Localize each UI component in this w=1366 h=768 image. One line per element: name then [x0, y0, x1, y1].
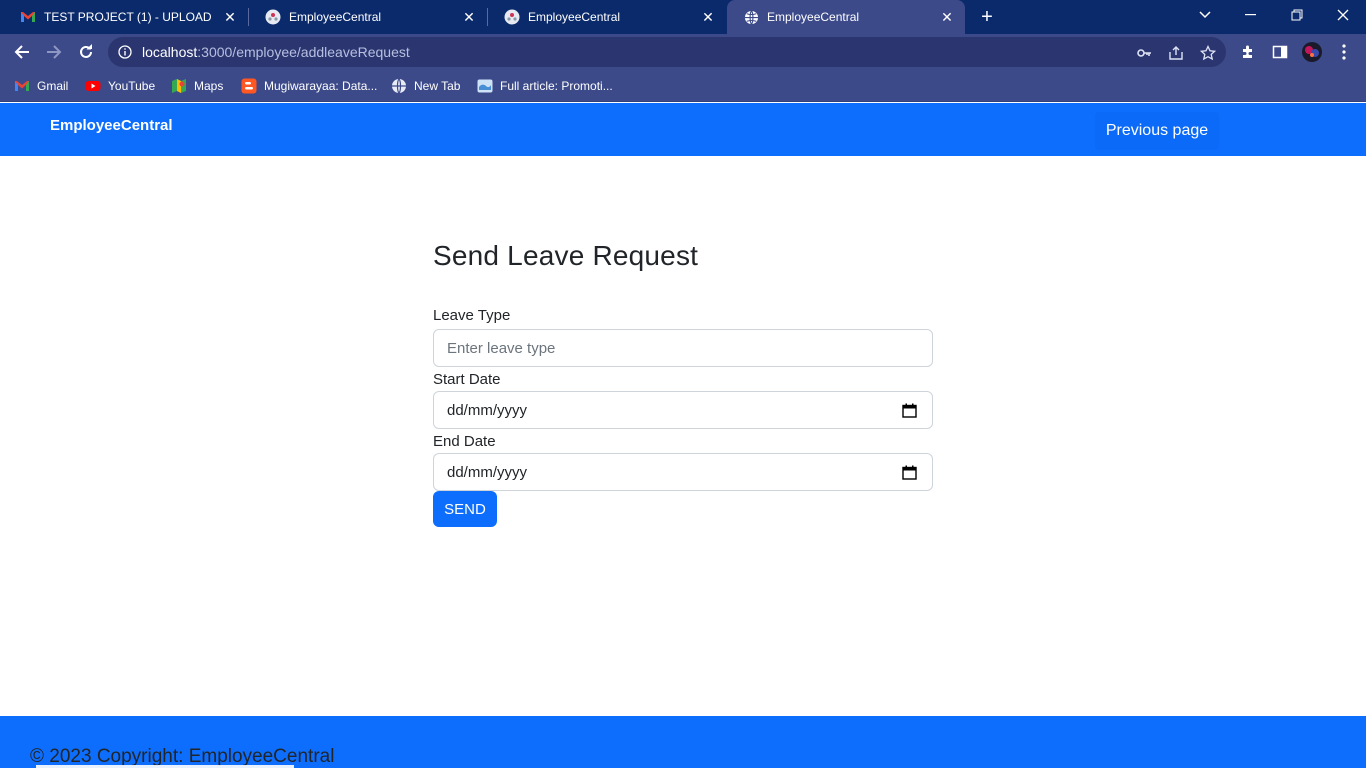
page-title: Send Leave Request [433, 240, 699, 271]
tab-title: EmployeeCentral [528, 10, 621, 24]
gmail-icon [14, 78, 30, 94]
bookmark-label: Maps [194, 79, 224, 93]
close-window-icon[interactable] [1320, 0, 1366, 30]
leave-type-label: Leave Type [433, 307, 511, 324]
bookmark-maps[interactable]: Maps [171, 76, 223, 96]
close-icon[interactable]: ✕ [222, 9, 238, 25]
bookmark-label: Full article: Promoti... [500, 79, 613, 93]
leave-type-placeholder: Enter leave type [447, 339, 556, 357]
tab-search-icon[interactable] [1182, 0, 1228, 30]
send-button[interactable]: SEND [433, 491, 497, 527]
leave-request-form: Send Leave Request Leave Type Enter leav… [433, 240, 933, 527]
browser-tab-bar: TEST PROJECT (1) - UPLOAD INSTRUCTIONS ✕… [0, 0, 1366, 34]
browser-toolbar: localhost:3000/employee/addleaveRequest [0, 34, 1366, 70]
youtube-icon [85, 78, 101, 94]
browser-tab[interactable]: EmployeeCentral ✕ [249, 0, 487, 34]
close-icon[interactable]: ✕ [939, 9, 955, 25]
bookmark-blogger[interactable]: Mugiwarayaa: Data... [241, 76, 377, 96]
minimize-icon[interactable] [1228, 0, 1274, 30]
tab-title: EmployeeCentral [289, 10, 382, 24]
employeecentral-icon [504, 9, 520, 25]
leave-type-input[interactable]: Enter leave type [433, 329, 933, 367]
start-date-value: dd/mm/yyyy [447, 401, 528, 419]
extensions-icon[interactable] [1236, 40, 1260, 64]
app-navbar: EmployeeCentral Previous page [0, 103, 1366, 156]
browser-tab-active[interactable]: EmployeeCentral ✕ [727, 0, 965, 34]
star-icon[interactable] [1199, 44, 1217, 61]
info-icon[interactable] [118, 45, 132, 59]
forward-arrow-icon[interactable] [42, 40, 66, 64]
bookmark-label: New Tab [414, 79, 461, 93]
maps-icon [171, 78, 187, 94]
close-icon[interactable]: ✕ [700, 9, 716, 25]
start-date-label: Start Date [433, 371, 501, 388]
bookmarks-bar: Gmail YouTube Maps Mugiwarayaa: Data... … [0, 70, 1366, 102]
url-text: localhost:3000/employee/addleaveRequest [142, 44, 410, 60]
share-icon[interactable] [1168, 45, 1184, 61]
reload-icon[interactable] [74, 40, 98, 64]
side-panel-icon[interactable] [1268, 40, 1292, 64]
bookmark-label: Gmail [37, 79, 69, 93]
bookmark-full-article[interactable]: Full article: Promoti... [477, 76, 613, 96]
bookmark-new-tab[interactable]: New Tab [391, 76, 460, 96]
bookmark-label: Mugiwarayaa: Data... [264, 79, 378, 93]
key-icon[interactable] [1136, 45, 1152, 61]
calendar-icon[interactable] [902, 403, 917, 418]
bookmark-gmail[interactable]: Gmail [14, 76, 68, 96]
start-date-input[interactable]: dd/mm/yyyy [433, 391, 933, 429]
restore-icon[interactable] [1274, 0, 1320, 30]
blogger-icon [241, 78, 257, 94]
tab-title: TEST PROJECT (1) - UPLOAD INSTRUCTIONS [44, 10, 216, 24]
globe-icon [743, 9, 759, 25]
brand-logo-text[interactable]: EmployeeCentral [50, 117, 173, 134]
globe-icon [391, 78, 407, 94]
profile-avatar[interactable] [1300, 40, 1324, 64]
browser-tab[interactable]: EmployeeCentral ✕ [488, 0, 726, 34]
browser-tab[interactable]: TEST PROJECT (1) - UPLOAD INSTRUCTIONS ✕ [4, 0, 248, 34]
new-tab-button[interactable]: + [976, 6, 998, 28]
url-path: :3000/employee/addleaveRequest [197, 44, 410, 60]
address-bar[interactable]: localhost:3000/employee/addleaveRequest [108, 37, 1226, 67]
employeecentral-icon [265, 9, 281, 25]
bookmark-label: YouTube [108, 79, 156, 93]
end-date-label: End Date [433, 433, 496, 450]
tab-title: EmployeeCentral [767, 10, 860, 24]
gmail-icon [20, 9, 36, 25]
previous-page-button[interactable]: Previous page [1095, 112, 1219, 150]
end-date-value: dd/mm/yyyy [447, 463, 528, 481]
back-arrow-icon[interactable] [10, 40, 34, 64]
calendar-icon[interactable] [902, 465, 917, 480]
article-icon [477, 78, 493, 94]
more-menu-icon[interactable] [1332, 40, 1356, 64]
bookmark-youtube[interactable]: YouTube [85, 76, 155, 96]
page-footer: © 2023 Copyright: EmployeeCentral [0, 716, 1366, 768]
end-date-input[interactable]: dd/mm/yyyy [433, 453, 933, 491]
url-host: localhost [142, 44, 198, 60]
close-icon[interactable]: ✕ [461, 9, 477, 25]
